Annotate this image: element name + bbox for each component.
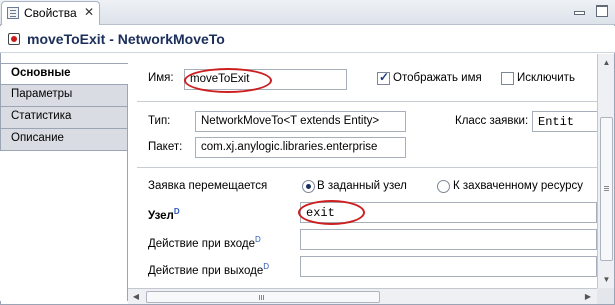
name-label: Имя: xyxy=(148,72,174,84)
properties-icon xyxy=(7,7,19,19)
sidebar-item-main[interactable]: Основные xyxy=(0,63,128,85)
radio-to-node[interactable] xyxy=(302,180,315,193)
window-controls xyxy=(566,3,609,20)
tab-properties[interactable]: Свойства ✕ xyxy=(1,1,100,25)
vertical-scroll-thumb[interactable] xyxy=(600,117,613,261)
node-label: УзелD xyxy=(148,207,180,222)
scroll-up-icon[interactable]: ▲ xyxy=(599,55,614,70)
radio-to-node-label: В заданный узел xyxy=(317,180,407,192)
minimize-icon[interactable] xyxy=(572,3,586,17)
horizontal-scroll-thumb[interactable] xyxy=(146,291,380,303)
exclude-checkbox[interactable] xyxy=(501,72,514,85)
close-icon[interactable]: ✕ xyxy=(84,5,94,19)
radio-to-resource[interactable] xyxy=(437,180,450,193)
tab-properties-label: Свойства xyxy=(24,6,77,20)
sidebar-item-parameters[interactable]: Параметры xyxy=(0,85,128,107)
object-title-bar: moveToExit - NetworkMoveTo xyxy=(0,26,615,53)
entity-class-field[interactable]: Entit xyxy=(532,111,597,132)
type-field[interactable]: NetworkMoveTo<T extends Entity> xyxy=(195,111,406,132)
highlight-oval-name xyxy=(184,68,272,93)
package-label: Пакет: xyxy=(148,141,183,153)
sidebar-item-description[interactable]: Описание xyxy=(0,129,128,151)
horizontal-scrollbar[interactable]: ◀ ▶ xyxy=(128,288,597,304)
properties-content: Имя: moveToExit Отображать имя Исключить… xyxy=(128,54,597,288)
sidebar-item-statistics[interactable]: Статистика xyxy=(0,107,128,129)
highlight-oval-node xyxy=(298,200,365,225)
on-exit-label: Действие при выходеD xyxy=(148,262,269,277)
params-section-divider xyxy=(137,167,597,168)
page-title: moveToExit - NetworkMoveTo xyxy=(27,31,225,47)
maximize-icon[interactable] xyxy=(595,3,609,17)
node-label-text: Узел xyxy=(148,209,174,222)
on-exit-label-text: Действие при выходе xyxy=(148,264,264,277)
node-sup: D xyxy=(173,207,180,216)
on-enter-label-text: Действие при входе xyxy=(148,237,255,250)
vertical-scrollbar[interactable]: ▲ ▼ xyxy=(597,54,614,288)
show-name-label: Отображать имя xyxy=(393,72,482,84)
entity-class-label: Класс заявки: xyxy=(455,115,529,127)
on-exit-sup: D xyxy=(263,262,270,271)
exclude-label: Исключить xyxy=(517,72,575,84)
scroll-corner xyxy=(597,288,614,304)
on-enter-sup: D xyxy=(254,235,261,244)
on-enter-label: Действие при входеD xyxy=(148,235,261,250)
section-nav-fill xyxy=(0,151,128,301)
view-tab-strip: Свойства ✕ xyxy=(0,0,615,25)
radio-to-resource-label: К захваченному ресурсу xyxy=(453,180,583,192)
scroll-right-icon[interactable]: ▶ xyxy=(581,290,595,304)
scroll-left-icon[interactable]: ◀ xyxy=(129,290,143,304)
on-exit-field[interactable] xyxy=(300,256,597,277)
block-icon xyxy=(8,33,20,45)
show-name-checkbox[interactable] xyxy=(377,70,390,85)
type-label: Тип: xyxy=(148,115,171,127)
package-field[interactable]: com.xj.anylogic.libraries.enterprise xyxy=(195,137,406,158)
moves-label: Заявка перемещается xyxy=(148,180,268,192)
section-nav: Основные Параметры Статистика Описание xyxy=(0,63,128,151)
on-enter-field[interactable] xyxy=(300,229,597,250)
type-section-divider xyxy=(137,101,597,102)
scroll-down-icon[interactable]: ▼ xyxy=(599,272,614,287)
